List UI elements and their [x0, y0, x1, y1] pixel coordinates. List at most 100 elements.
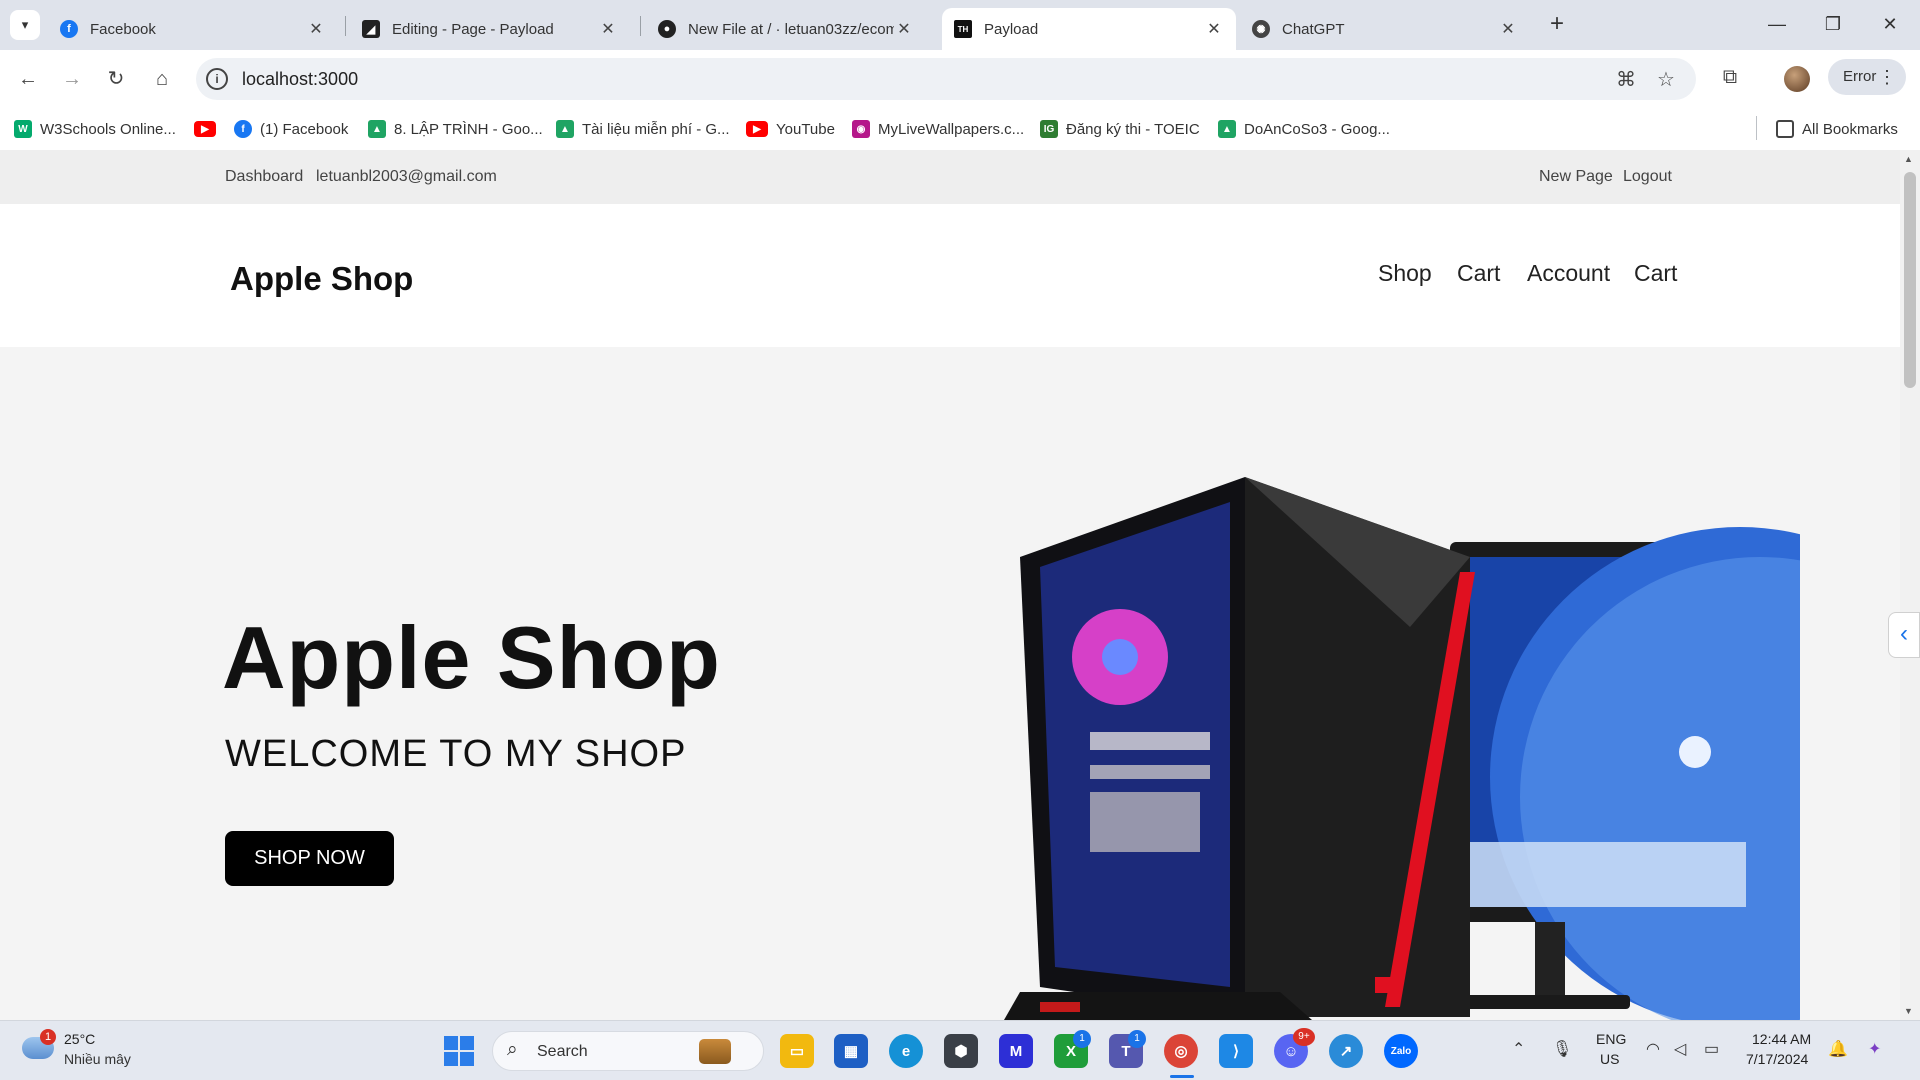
microphone-icon[interactable]: 🎙 — [1552, 1039, 1572, 1059]
bookmark-w3schools[interactable]: W W3Schools Online... — [14, 117, 176, 141]
forward-button[interactable]: → — [56, 63, 88, 95]
bookmark-mylivewallpapers[interactable]: ◉ MyLiveWallpapers.c... — [852, 117, 1024, 141]
hero-section: Apple Shop WELCOME TO MY SHOP SHOP NOW — [0, 347, 1900, 1020]
discord-badge: 9+ — [1293, 1028, 1315, 1046]
arrow-left-icon: ← — [18, 68, 38, 90]
bookmark-tai-lieu[interactable]: ▲ Tài liệu miễn phí - G... — [556, 117, 730, 141]
zalo-icon[interactable]: Zalo — [1384, 1034, 1418, 1068]
tab-search-button[interactable]: ▾ — [10, 10, 40, 40]
home-button[interactable]: ⌂ — [146, 63, 178, 95]
bookmark-toeic[interactable]: IG Đăng ký thi - TOEIC — [1040, 117, 1200, 141]
nav-shop[interactable]: Shop — [1378, 260, 1432, 287]
chevron-down-icon: ▾ — [21, 17, 29, 32]
teams-badge: 1 — [1128, 1030, 1146, 1048]
shop-now-button[interactable]: SHOP NOW — [225, 831, 394, 886]
weather-temperature[interactable]: 25°C — [64, 1031, 95, 1047]
input-language[interactable]: ENG — [1596, 1031, 1626, 1047]
new-page-link[interactable]: New Page — [1539, 168, 1613, 186]
microsoft-store-icon[interactable]: ▦ — [834, 1034, 868, 1068]
tab-github[interactable]: ● New File at / · letuan03zz/ecom ✕ — [646, 8, 926, 50]
bookmarks-bar: W W3Schools Online... ▶ f (1) Facebook ▲… — [0, 108, 1920, 150]
restore-icon: ❐ — [1824, 14, 1842, 34]
wifi-icon[interactable]: ◠ — [1646, 1039, 1660, 1059]
input-region[interactable]: US — [1600, 1051, 1619, 1067]
battery-icon[interactable]: ▭ — [1704, 1039, 1719, 1059]
plus-icon: + — [1549, 10, 1564, 37]
web-page: Dashboard letuanbl2003@gmail.com New Pag… — [0, 150, 1900, 1020]
notifications-bell-icon[interactable]: 🔔 — [1828, 1039, 1848, 1059]
bookmark-facebook[interactable]: f (1) Facebook — [234, 117, 348, 141]
avatar[interactable] — [1784, 66, 1810, 92]
close-icon[interactable]: ✕ — [1204, 19, 1224, 39]
site-info-icon[interactable]: i — [206, 68, 228, 90]
tab-title: Payload — [984, 20, 1039, 38]
clock-date[interactable]: 7/17/2024 — [1746, 1051, 1808, 1067]
bookmark-label: DoAnCoSo3 - Goog... — [1244, 120, 1390, 138]
bookmark-doancoso3[interactable]: ▲ DoAnCoSo3 - Goog... — [1218, 117, 1390, 141]
chrome-icon[interactable]: ◎ — [1164, 1034, 1198, 1068]
copilot-icon[interactable]: ✦ — [1868, 1039, 1881, 1059]
weather-badge: 1 — [40, 1029, 56, 1045]
back-button[interactable]: ← — [12, 63, 44, 95]
tab-title: ChatGPT — [1282, 20, 1345, 38]
dashboard-link[interactable]: Dashboard — [225, 168, 303, 186]
scroll-down-icon[interactable]: ▼ — [1904, 1006, 1913, 1016]
minimize-button[interactable]: — — [1757, 8, 1797, 40]
bookmark-lap-trinh[interactable]: ▲ 8. LẬP TRÌNH - Goo... — [368, 117, 543, 141]
nav-cart[interactable]: Cart — [1457, 260, 1500, 287]
weather-description[interactable]: Nhiều mây — [64, 1051, 131, 1067]
page-scrollbar[interactable]: ▲ ▼ — [1900, 150, 1920, 1020]
tab-payload[interactable]: TH Payload ✕ — [942, 8, 1236, 50]
bookmark-youtube[interactable]: ▶ YouTube — [746, 117, 835, 141]
restore-button[interactable]: ❐ — [1813, 8, 1853, 40]
clock-time[interactable]: 12:44 AM — [1752, 1031, 1811, 1047]
tab-editing-page[interactable]: ◢ Editing - Page - Payload ✕ — [350, 8, 630, 50]
taskbar: 1 25°C Nhiều mây ⌕ Search ▭ ▦ e ⬢ M X 1 … — [0, 1020, 1920, 1080]
tab-facebook[interactable]: f Facebook ✕ — [48, 8, 338, 50]
translate-icon[interactable]: ⌘ — [1614, 68, 1638, 92]
close-icon: ✕ — [1882, 14, 1898, 34]
taskbar-search[interactable]: ⌕ Search — [492, 1031, 764, 1071]
more-vert-icon[interactable]: ⋮ — [1878, 59, 1896, 95]
new-tab-button[interactable]: + — [1542, 10, 1572, 40]
app-hexagon-icon[interactable]: ⬢ — [944, 1034, 978, 1068]
toeic-icon: IG — [1040, 120, 1058, 138]
site-logo[interactable]: Apple Shop — [230, 260, 413, 298]
address-bar[interactable]: i localhost:3000 ⌘ ☆ — [196, 58, 1696, 100]
show-hidden-icons-chevron-up-icon[interactable]: ⌃ — [1512, 1039, 1525, 1059]
reload-button[interactable]: ↻ — [100, 63, 132, 95]
nav-cart-2[interactable]: Cart — [1634, 260, 1677, 287]
bookmark-label: Tài liệu miễn phí - G... — [582, 120, 730, 138]
close-icon[interactable]: ✕ — [306, 19, 326, 39]
profile-error-chip[interactable]: Error ⋮ — [1828, 59, 1906, 95]
edge-icon[interactable]: e — [889, 1034, 923, 1068]
scrollbar-thumb[interactable] — [1904, 172, 1916, 388]
windows-start-icon[interactable] — [444, 1036, 474, 1066]
vscode-icon[interactable]: ⟩ — [1219, 1034, 1253, 1068]
nav-account[interactable]: Account — [1527, 260, 1610, 287]
close-icon[interactable]: ✕ — [598, 19, 618, 39]
bookmark-youtube-icon-only[interactable]: ▶ — [194, 117, 224, 141]
folder-icon — [1776, 120, 1794, 138]
scroll-up-icon[interactable]: ▲ — [1904, 154, 1913, 164]
bookmark-label: All Bookmarks — [1802, 120, 1898, 138]
side-panel-toggle[interactable]: ‹ — [1888, 612, 1920, 658]
bookmark-label: YouTube — [776, 120, 835, 138]
close-window-button[interactable]: ✕ — [1870, 8, 1910, 40]
app-m-icon[interactable]: M — [999, 1034, 1033, 1068]
tab-strip: ▾ f Facebook ✕ ◢ Editing - Page - Payloa… — [0, 0, 1920, 50]
logout-link[interactable]: Logout — [1623, 168, 1672, 186]
url-text[interactable]: localhost:3000 — [242, 69, 358, 90]
payload-icon: TH — [954, 20, 972, 38]
extensions-icon[interactable]: ⧉ — [1716, 63, 1744, 91]
star-icon[interactable]: ☆ — [1654, 68, 1678, 92]
close-icon[interactable]: ✕ — [1498, 19, 1518, 39]
close-icon[interactable]: ✕ — [894, 19, 914, 39]
volume-icon[interactable]: ◁ — [1674, 1039, 1686, 1059]
file-explorer-icon[interactable]: ▭ — [780, 1034, 814, 1068]
tab-title: Facebook — [90, 20, 156, 38]
all-bookmarks-button[interactable]: All Bookmarks — [1776, 117, 1898, 141]
tab-chatgpt[interactable]: ✺ ChatGPT ✕ — [1240, 8, 1530, 50]
youtube-icon: ▶ — [194, 121, 216, 137]
app-chart-icon[interactable]: ↗ — [1329, 1034, 1363, 1068]
